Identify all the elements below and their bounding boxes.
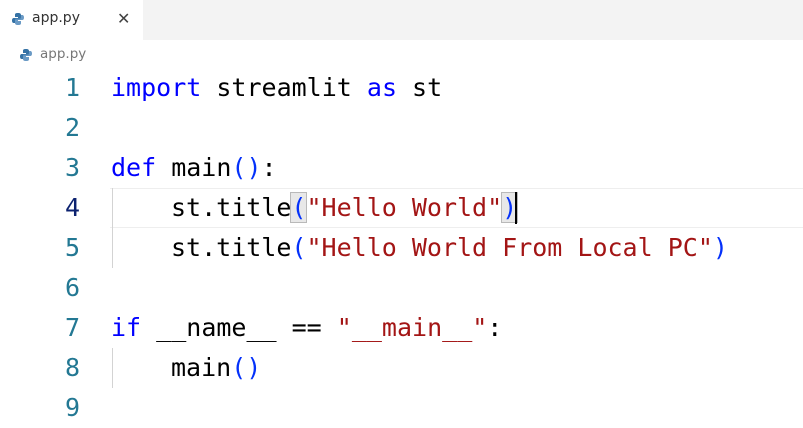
code-token: main xyxy=(171,353,232,382)
code-token: streamlit xyxy=(201,73,367,102)
line-number: 6 xyxy=(64,273,80,302)
text-cursor xyxy=(515,192,517,224)
python-icon xyxy=(11,11,25,30)
code-text[interactable]: main() xyxy=(171,348,261,388)
line-number: 8 xyxy=(64,353,80,382)
tab-app-py[interactable]: app.py ✕ xyxy=(0,0,143,40)
tab-label: app.py xyxy=(32,10,80,26)
code-line: 9 xyxy=(0,388,803,428)
bracket-token: ) xyxy=(246,153,262,182)
bracket-token: ( xyxy=(231,353,247,382)
code-text[interactable]: st.title("Hello World") xyxy=(171,188,519,228)
code-token: st.title xyxy=(171,193,292,222)
line-number: 7 xyxy=(64,313,80,342)
code-editor[interactable]: 1 import streamlit as st 2 3 def main():… xyxy=(0,68,803,422)
breadcrumb-file-label[interactable]: app.py xyxy=(40,46,86,62)
code-token: st xyxy=(397,73,443,102)
code-line: 1 import streamlit as st xyxy=(0,68,803,108)
tab-bar: app.py ✕ xyxy=(0,0,803,40)
line-number: 2 xyxy=(64,113,80,142)
code-line: 8 main() xyxy=(0,348,803,388)
keyword-token: import xyxy=(111,73,202,102)
line-number: 1 xyxy=(64,73,80,102)
code-token: __name__ == xyxy=(141,313,337,342)
bracket-token: ) xyxy=(246,353,262,382)
string-token: "__main__" xyxy=(336,313,488,342)
string-token: "Hello World From Local PC" xyxy=(306,233,713,262)
code-text[interactable]: def main(): xyxy=(111,148,277,188)
code-line: 7 if __name__ == "__main__": xyxy=(0,308,803,348)
code-token: : xyxy=(487,313,503,342)
line-number: 3 xyxy=(64,153,80,182)
line-number: 9 xyxy=(64,393,80,422)
python-icon xyxy=(19,47,33,66)
code-line: 2 xyxy=(0,108,803,148)
bracket-token: ) xyxy=(712,233,728,262)
line-number: 5 xyxy=(64,233,80,262)
line-number-active: 4 xyxy=(64,193,80,222)
keyword-token: as xyxy=(366,73,397,102)
bracket-token: ( xyxy=(291,233,307,262)
code-token: main xyxy=(156,153,232,182)
code-text[interactable]: if __name__ == "__main__": xyxy=(111,308,502,348)
code-line: 3 def main(): xyxy=(0,148,803,188)
keyword-token: def xyxy=(111,153,157,182)
code-token: : xyxy=(261,153,277,182)
code-line: 5 st.title("Hello World From Local PC") xyxy=(0,228,803,268)
code-text[interactable]: import streamlit as st xyxy=(111,68,442,108)
bracket-token-matched: ( xyxy=(290,192,308,223)
bracket-token: ( xyxy=(231,153,247,182)
code-line: 6 xyxy=(0,268,803,308)
code-line-active: 4 st.title("Hello World") xyxy=(0,188,803,228)
close-icon[interactable]: ✕ xyxy=(117,9,130,28)
breadcrumb: app.py xyxy=(0,40,803,70)
code-token: st.title xyxy=(171,233,292,262)
string-token: "Hello World" xyxy=(306,193,503,222)
code-text[interactable]: st.title("Hello World From Local PC") xyxy=(171,228,728,268)
keyword-token: if xyxy=(111,313,142,342)
